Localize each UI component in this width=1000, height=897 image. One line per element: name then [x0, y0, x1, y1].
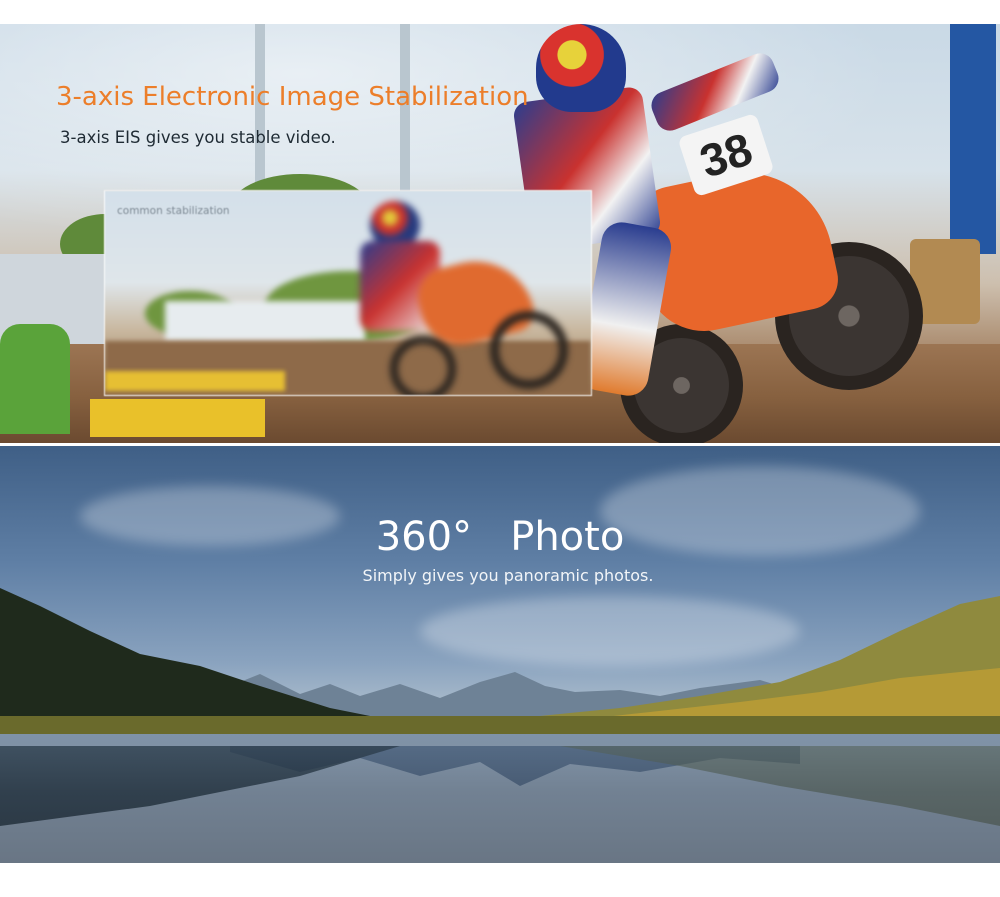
inset-front-wheel: [490, 311, 568, 389]
inset-rider: [350, 201, 568, 395]
eis-subtitle: 3-axis EIS gives you stable video.: [60, 128, 336, 147]
spectator: [0, 324, 70, 434]
shoreline-trees: [0, 716, 1000, 734]
panorama-section: 360° Photo Simply gives you panoramic ph…: [0, 446, 1000, 863]
track-banner: [90, 399, 265, 437]
common-stabilization-inset: common stabilization: [104, 190, 592, 396]
inset-label: common stabilization: [117, 205, 230, 217]
rider-helmet: [536, 24, 626, 112]
panorama-title: 360° Photo: [375, 514, 625, 560]
inset-stand: [165, 301, 365, 341]
inset-banner: [105, 371, 285, 391]
rider-arm: [647, 49, 783, 135]
eis-section: 38 3-axis Electronic Image Stabilization…: [0, 24, 1000, 443]
lake-water: [0, 734, 1000, 863]
eis-title: 3-axis Electronic Image Stabilization: [56, 82, 529, 112]
panorama-subtitle: Simply gives you panoramic photos.: [362, 566, 654, 585]
inset-rear-wheel: [390, 336, 456, 395]
left-forested-hill: [0, 588, 410, 734]
